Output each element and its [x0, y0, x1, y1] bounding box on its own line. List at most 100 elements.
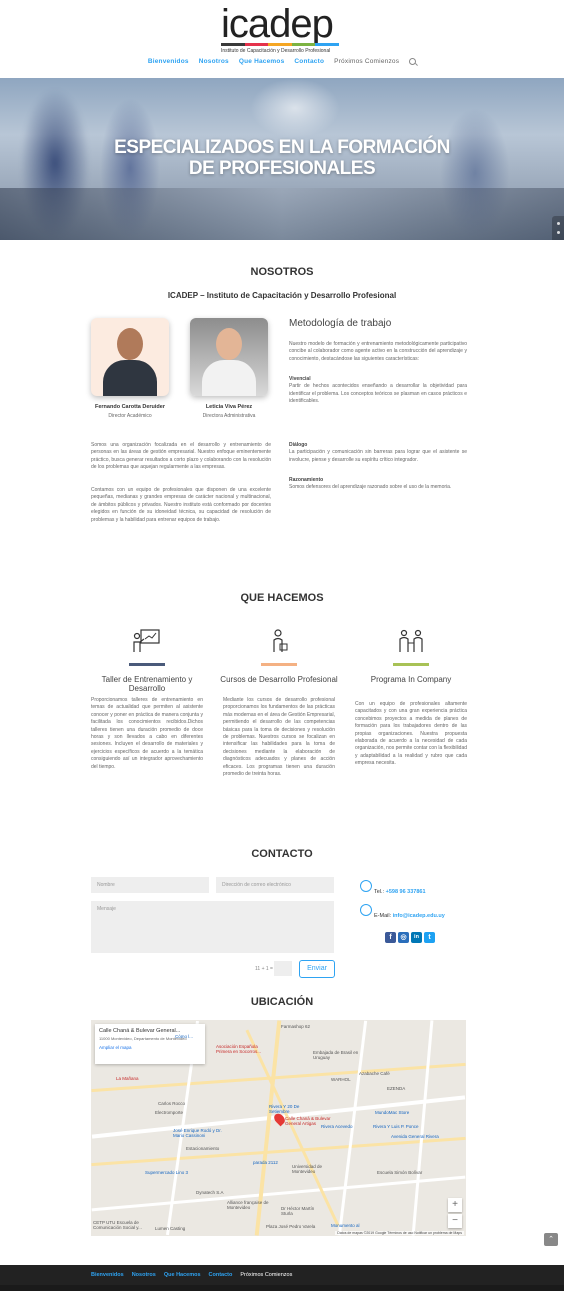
ubicacion-title: UBICACIÓN	[250, 996, 314, 1008]
footer-nav: Bienvenidos Nosotros Que Hacemos Contact…	[91, 1272, 292, 1278]
map-label: EZENDA	[387, 1086, 406, 1091]
team-member-2: Leticia Viva Pérez Directora Administrat…	[184, 318, 274, 419]
nav-bienvenidos[interactable]: Bienvenidos	[148, 58, 189, 65]
que-hacemos-title: QUE HACEMOS	[240, 592, 324, 604]
service-text-1: Proporcionamos talleres de entrenamiento…	[91, 697, 203, 770]
map-label: Embajada de Brasil en Uruguay	[313, 1050, 359, 1060]
logo-text: icadep	[221, 2, 334, 46]
nav-contacto[interactable]: Contacto	[294, 58, 324, 65]
search-icon[interactable]	[409, 58, 417, 65]
map-directions-link[interactable]: Cómo l...	[175, 1034, 193, 1039]
contact-phone: Tel.: +598 96 337861	[374, 889, 426, 895]
contact-email: E-Mail: info@icadep.edu.uy	[374, 913, 445, 919]
footer-nav-bienvenidos[interactable]: Bienvenidos	[91, 1272, 124, 1278]
map-attribution: Datos de mapas ©2019 Google Términos de …	[335, 1231, 464, 1235]
nav-que-hacemos[interactable]: Que Hacemos	[239, 58, 285, 65]
google-map[interactable]: Calle Chaná & Bulevar General... 11000 M…	[91, 1020, 466, 1236]
zoom-out-button[interactable]: −	[448, 1214, 462, 1228]
tel-label: Tel.:	[374, 889, 385, 895]
map-enlarge-link[interactable]: Ampliar el mapa	[99, 1045, 201, 1050]
vivencial-text: Partir de hechos acontecidos enseñando a…	[289, 383, 467, 405]
footer-nav-que-hacemos[interactable]: Que Hacemos	[164, 1272, 201, 1278]
email-value[interactable]: info@icadep.edu.uy	[393, 913, 445, 919]
hero-banner: ESPECIALIZADOS EN LA FORMACIÓN DE PROFES…	[0, 78, 564, 240]
map-label: Estacionamiento	[186, 1146, 220, 1151]
hero-title: ESPECIALIZADOS EN LA FORMACIÓN DE PROFES…	[0, 137, 564, 179]
captcha-input[interactable]	[274, 961, 292, 976]
linkedin-icon[interactable]: in	[411, 932, 422, 943]
map-label: WARHOL	[331, 1077, 351, 1082]
twitter-icon[interactable]: t	[424, 932, 435, 943]
map-label: Asociación Española Primera en Socorros.…	[216, 1044, 262, 1054]
footer-nav-proximos-comienzos[interactable]: Próximos Comienzos	[240, 1272, 292, 1278]
team-role-2: Directora Administrativa	[202, 413, 256, 419]
map-label: Monumento al	[331, 1223, 360, 1228]
team-photo-1	[91, 318, 169, 396]
map-label: Lumen Casting	[155, 1226, 186, 1231]
nosotros-paragraph-2: Contamos con un equipo de profesionales …	[91, 487, 271, 523]
team-role-1: Director Académico	[108, 413, 152, 419]
metodologia-vivencial: Vivencial Partir de hechos acontecidos e…	[289, 376, 467, 406]
send-button[interactable]: Enviar	[299, 960, 335, 978]
contacto-title: CONTACTO	[251, 848, 313, 860]
service-text-2: Mediante los cursos de desarrollo profes…	[223, 697, 335, 778]
metodologia-title: Metodología de trabajo	[289, 318, 392, 329]
site-footer: Bienvenidos Nosotros Que Hacemos Contact…	[0, 1265, 564, 1291]
instagram-icon[interactable]: ◎	[398, 932, 409, 943]
map-label: Azabache Café	[359, 1071, 390, 1076]
facebook-icon[interactable]: f	[385, 932, 396, 943]
map-label: Electromporte	[155, 1110, 184, 1115]
main-nav: Bienvenidos Nosotros Que Hacemos Contact…	[0, 58, 564, 65]
dialogo-label: Diálogo	[289, 442, 308, 448]
email-field[interactable]: Dirección de correo electrónico	[216, 877, 334, 893]
map-label: MundoMac Store	[375, 1110, 410, 1115]
nav-nosotros[interactable]: Nosotros	[199, 58, 229, 65]
service-title-3: Programa In Company	[370, 675, 452, 684]
person-presenting-icon	[273, 629, 288, 652]
map-label: Rivera Acevedo	[321, 1124, 353, 1129]
map-label: Escuela Simón Bolívar	[377, 1170, 423, 1175]
footer-bottom-bar	[0, 1285, 564, 1291]
name-field[interactable]: Nombre	[91, 877, 209, 893]
message-field[interactable]: Mensaje	[91, 901, 334, 953]
map-label: Farmashop 62	[281, 1024, 311, 1029]
service-col-3: Programa In Company	[352, 628, 470, 684]
team-meeting-icon	[399, 629, 423, 652]
phone-icon	[360, 880, 372, 892]
logo-color-bar	[221, 43, 339, 46]
footer-nav-nosotros[interactable]: Nosotros	[132, 1272, 156, 1278]
team-member-1: Fernando Carotta Deruider Director Acadé…	[85, 318, 175, 419]
logo[interactable]: icadep Instituto de Capacitación y Desar…	[221, 2, 341, 56]
metodologia-intro: Nuestro modelo de formación y entrenamie…	[289, 341, 467, 362]
scroll-to-top-button[interactable]: ⌃	[544, 1233, 558, 1246]
zoom-in-button[interactable]: +	[448, 1198, 462, 1212]
nosotros-paragraph-1: Somos una organización focalizada en el …	[91, 442, 271, 471]
nosotros-title: NOSOTROS	[250, 266, 314, 278]
team-name-1: Fernando Carotta Deruider	[95, 404, 165, 410]
map-label: Dr Héctor Martín Sturla	[281, 1206, 315, 1216]
logo-subtitle: Instituto de Capacitación y Desarrollo P…	[221, 48, 331, 54]
hero-title-line1: ESPECIALIZADOS EN LA FORMACIÓN	[114, 137, 450, 158]
map-label: Avenida General Rivera	[391, 1134, 439, 1139]
service-title-2: Cursos de Desarrollo Profesional	[220, 675, 338, 684]
captcha-question: 11 + 1 =	[255, 966, 273, 972]
vivencial-label: Vivencial	[289, 376, 311, 382]
tel-value[interactable]: +598 96 337861	[386, 889, 426, 895]
service-title-1: Taller de Entrenamiento y Desarrollo	[101, 675, 193, 693]
team-name-2: Leticia Viva Pérez	[205, 404, 253, 410]
metodologia-dialogo: Diálogo La participación y comunicación …	[289, 442, 467, 464]
footer-nav-contacto[interactable]: Contacto	[209, 1272, 233, 1278]
service-underline-2	[261, 663, 297, 666]
map-label: José Enrique Rodó y Dr. Mario Cassinoni	[173, 1128, 222, 1138]
presentation-board-icon	[133, 629, 160, 652]
email-label: E-Mail:	[374, 913, 392, 919]
map-label: Carlos Rocco	[158, 1101, 186, 1106]
site-header: icadep Instituto de Capacitación y Desar…	[0, 0, 564, 78]
nav-proximos-comienzos[interactable]: Próximos Comienzos	[334, 58, 399, 65]
map-label: Dynatech S.A	[196, 1190, 224, 1195]
slider-dots[interactable]	[552, 216, 564, 240]
email-icon	[360, 904, 372, 916]
map-label: Plaza José Pedro Varela	[266, 1224, 316, 1229]
service-col-2: Cursos de Desarrollo Profesional	[220, 628, 338, 684]
nosotros-subtitle: ICADEP – Instituto de Capacitación y Des…	[167, 291, 397, 300]
